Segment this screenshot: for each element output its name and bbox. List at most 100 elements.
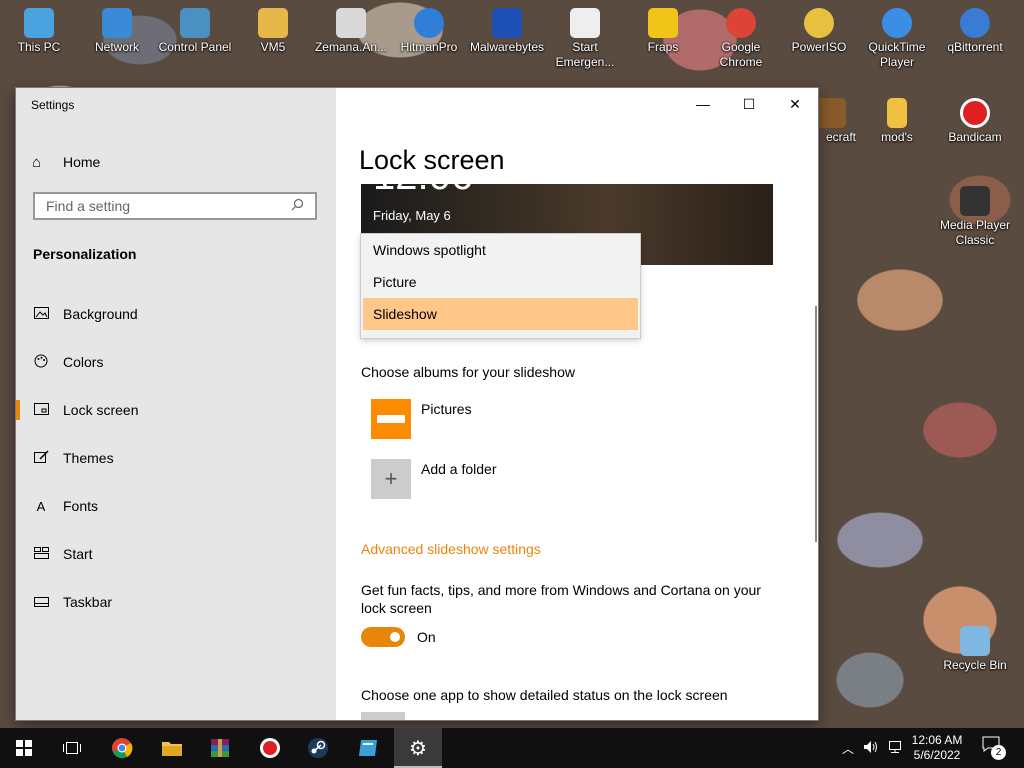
search-icon — [291, 198, 309, 214]
mods-desktop-icon[interactable]: mod's — [860, 92, 934, 145]
sidebar-item-fonts[interactable]: A Fonts — [16, 482, 336, 530]
albums-label: Choose albums for your slideshow — [361, 364, 575, 380]
option-picture[interactable]: Picture — [361, 266, 640, 298]
start-icon — [33, 546, 49, 562]
status-app-button[interactable] — [361, 712, 405, 720]
taskbar-icon — [33, 595, 49, 610]
zemana-desktop-icon[interactable]: Zemana.An... — [314, 2, 388, 55]
file-explorer-taskbar-button[interactable] — [148, 728, 196, 768]
control-panel-desktop-icon[interactable]: Control Panel — [158, 2, 232, 55]
search-box[interactable] — [33, 192, 317, 220]
section-heading: Personalization — [33, 246, 137, 262]
chrome-desktop-icon[interactable]: Google Chrome — [704, 2, 778, 70]
network-icon[interactable] — [884, 740, 906, 757]
sidebar-item-label: Lock screen — [63, 402, 139, 418]
scrollbar[interactable] — [815, 306, 817, 542]
sidebar-item-label: Taskbar — [63, 594, 113, 610]
sidebar-item-colors[interactable]: Colors — [16, 338, 336, 386]
fraps-icon — [648, 8, 678, 38]
clock-date: 5/6/2022 — [913, 748, 961, 762]
sidebar-item-lock-screen[interactable]: Lock screen — [16, 386, 336, 434]
background-dropdown-list[interactable]: Windows spotlight Picture Slideshow — [361, 234, 640, 338]
this-pc-desktop-icon[interactable]: This PC — [2, 2, 76, 55]
minimize-button[interactable]: — — [680, 88, 726, 120]
home-nav-item[interactable]: ⌂ Home — [32, 150, 100, 174]
control-panel-icon — [180, 8, 210, 38]
personalization-nav: Background Colors Lock screen Themes A F… — [16, 290, 336, 626]
plus-icon: + — [384, 466, 398, 491]
quicktime-icon — [882, 8, 912, 38]
sidebar-item-themes[interactable]: Themes — [16, 434, 336, 482]
app-icon — [359, 740, 377, 756]
quicktime-desktop-icon[interactable]: QuickTime Player — [860, 2, 934, 70]
hitmanpro-desktop-icon[interactable]: HitmanPro — [392, 2, 466, 55]
recycle-bin-desktop-icon[interactable]: Recycle Bin — [938, 620, 1012, 673]
sidebar-item-background[interactable]: Background — [16, 290, 336, 338]
search-input[interactable] — [44, 197, 291, 215]
app-taskbar-button[interactable] — [344, 728, 392, 768]
toggle-state-label: On — [417, 629, 436, 645]
gear-icon: ⚙ — [409, 737, 427, 760]
lock-screen-icon — [33, 402, 49, 418]
advanced-slideshow-link[interactable]: Advanced slideshow settings — [361, 541, 541, 557]
chevron-up-icon[interactable]: ︿ — [840, 740, 856, 757]
sidebar-item-start[interactable]: Start — [16, 530, 336, 578]
close-button[interactable]: ✕ — [772, 88, 818, 120]
hitmanpro-icon — [414, 8, 444, 38]
folder-icon — [887, 98, 907, 128]
clock-time: 12:06 AM — [911, 733, 963, 747]
vm5-desktop-icon[interactable]: VM5 — [236, 2, 310, 55]
minecraft-desktop-icon[interactable]: ecraft — [816, 92, 856, 145]
add-folder-label[interactable]: Add a folder — [421, 461, 497, 477]
bandicam-taskbar-button[interactable] — [246, 728, 294, 768]
toggle-knob — [390, 632, 400, 642]
windows-logo-icon — [16, 740, 32, 756]
poweriso-desktop-icon[interactable]: PowerISO — [782, 2, 856, 55]
page-title: Lock screen — [359, 145, 505, 175]
chrome-icon — [726, 8, 756, 38]
add-folder-button[interactable]: + — [371, 459, 411, 499]
qbittorrent-desktop-icon[interactable]: qBittorrent — [938, 2, 1012, 55]
winrar-taskbar-button[interactable] — [196, 728, 244, 768]
maximize-icon: ☐ — [742, 95, 756, 112]
notification-badge: 2 — [991, 745, 1006, 760]
maximize-button[interactable]: ☐ — [726, 88, 772, 120]
network-icon — [102, 8, 132, 38]
preview-date: Friday, May 6 — [373, 208, 451, 223]
fun-facts-label: Get fun facts, tips, and more from Windo… — [361, 582, 761, 616]
action-center-button[interactable]: 2 — [982, 736, 1006, 760]
record-icon — [260, 738, 280, 758]
palette-icon — [33, 354, 49, 371]
volume-icon[interactable] — [860, 740, 882, 757]
sidebar-item-taskbar[interactable]: Taskbar — [16, 578, 336, 626]
bandicam-desktop-icon[interactable]: Bandicam — [938, 92, 1012, 145]
home-icon: ⌂ — [32, 153, 42, 171]
pictures-album-tile[interactable] — [371, 399, 411, 439]
start-button[interactable] — [0, 728, 48, 768]
option-slideshow[interactable]: Slideshow — [363, 298, 638, 330]
taskbar: ⚙ ︿ 12:06 AM 5/6/2022 2 — [0, 728, 1024, 768]
media-player-icon — [960, 186, 990, 216]
fraps-desktop-icon[interactable]: Fraps — [626, 2, 700, 55]
taskbar-clock[interactable]: 12:06 AM 5/6/2022 — [906, 733, 968, 763]
option-windows-spotlight[interactable]: Windows spotlight — [361, 234, 640, 266]
status-app-label: Choose one app to show detailed status o… — [361, 687, 728, 703]
fun-facts-toggle[interactable] — [361, 627, 405, 647]
picture-icon — [33, 306, 49, 322]
settings-taskbar-button[interactable]: ⚙ — [394, 728, 442, 768]
network-desktop-icon[interactable]: Network — [80, 2, 154, 55]
start-emergency-desktop-icon[interactable]: Start Emergen... — [548, 2, 622, 70]
window-title: Settings — [31, 98, 75, 112]
folder-icon — [377, 415, 405, 423]
brush-icon — [33, 450, 49, 466]
malwarebytes-desktop-icon[interactable]: Malwarebytes — [470, 2, 544, 55]
steam-taskbar-button[interactable] — [294, 728, 342, 768]
chrome-taskbar-button[interactable] — [98, 728, 146, 768]
home-label: Home — [63, 154, 101, 170]
zemana-icon — [336, 8, 366, 38]
task-view-icon — [63, 742, 81, 754]
media-player-classic-desktop-icon[interactable]: Media Player Classic — [938, 180, 1012, 248]
font-icon: A — [36, 498, 46, 514]
task-view-button[interactable] — [48, 728, 96, 768]
sidebar-item-label: Fonts — [63, 498, 99, 514]
